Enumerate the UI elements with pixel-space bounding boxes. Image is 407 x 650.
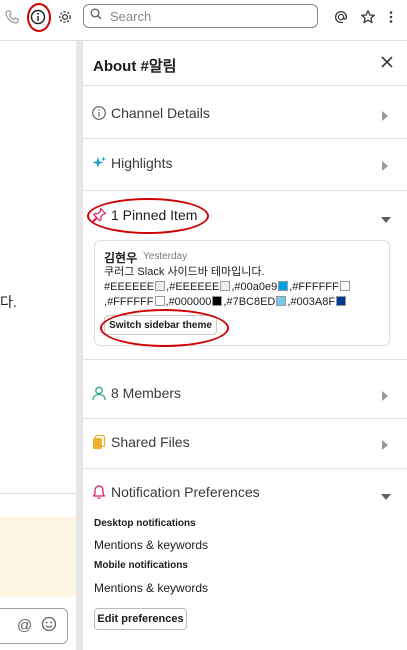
- sparkle-icon: [91, 155, 107, 171]
- color-swatch: [154, 296, 165, 306]
- panel-divider: [76, 41, 83, 650]
- section-label: Notification Preferences: [111, 484, 260, 500]
- more-vertical-icon[interactable]: [381, 7, 401, 27]
- color-swatch: [278, 281, 289, 291]
- color-code: #7BC8ED: [226, 296, 276, 308]
- emoji-icon[interactable]: [41, 616, 57, 637]
- color-code: #EEEEEE: [104, 281, 155, 293]
- search-input[interactable]: [108, 7, 312, 25]
- pinned-header[interactable]: 1 Pinned Item: [83, 191, 407, 241]
- info-icon: [91, 105, 107, 121]
- divider: [0, 493, 76, 494]
- search-bar[interactable]: [83, 4, 318, 28]
- color-swatch: [276, 296, 287, 306]
- pinned-message[interactable]: 김현우 Yesterday 쿠러그 Slack 사이드바 테마입니다. #EEE…: [94, 240, 390, 346]
- section-label: 8 Members: [111, 385, 182, 401]
- section-members[interactable]: 8 Members: [83, 369, 407, 419]
- desktop-notifications-label: Desktop notifications: [94, 518, 196, 529]
- chevron-right-icon: [381, 437, 389, 450]
- message-pane: 다. @: [0, 41, 76, 650]
- chevron-right-icon: [381, 108, 389, 121]
- color-code: #00a0e9: [234, 281, 278, 293]
- files-icon: [91, 434, 107, 450]
- mobile-notifications-label: Mobile notifications: [94, 560, 188, 571]
- chevron-right-icon: [381, 158, 389, 171]
- annotation-circle-info: [27, 3, 51, 32]
- section-highlights[interactable]: Highlights: [83, 139, 407, 191]
- close-icon[interactable]: [377, 52, 397, 72]
- color-code: #000000: [168, 296, 212, 308]
- message-timestamp: Yesterday: [143, 251, 188, 262]
- section-channel-details[interactable]: Channel Details: [83, 89, 407, 139]
- color-swatch: [220, 281, 231, 291]
- panel-title: About #알림: [93, 58, 177, 75]
- color-swatch: [212, 296, 223, 306]
- color-code: #FFFFFF: [292, 281, 339, 293]
- highlighted-message: [0, 517, 76, 597]
- color-swatch: [155, 281, 166, 291]
- at-sign-icon[interactable]: [331, 7, 351, 27]
- top-toolbar: [0, 0, 407, 41]
- gear-icon[interactable]: [55, 7, 75, 27]
- channel-about-panel: About #알림 Channel Details Highlights 1 P…: [83, 41, 407, 650]
- switch-sidebar-theme-button[interactable]: Switch sidebar theme: [104, 315, 217, 335]
- message-composer[interactable]: @: [0, 608, 68, 644]
- edit-preferences-button[interactable]: Edit preferences: [94, 608, 187, 630]
- color-code: #FFFFFF: [107, 296, 154, 308]
- section-label: 1 Pinned Item: [111, 207, 198, 223]
- chevron-down-icon: [381, 211, 391, 223]
- mention-icon[interactable]: @: [17, 617, 32, 634]
- section-label: Shared Files: [111, 434, 190, 450]
- panel-header: About #알림: [83, 41, 407, 86]
- mobile-notifications-value: Mentions & keywords: [94, 581, 209, 595]
- person-icon: [91, 385, 107, 401]
- color-code: #EEEEEE: [169, 281, 220, 293]
- chevron-down-icon: [381, 488, 391, 500]
- message-body: 쿠러그 Slack 사이드바 테마입니다. #EEEEEE ,#EEEEEE ,#0…: [104, 265, 389, 310]
- section-label: Channel Details: [111, 105, 210, 121]
- pin-icon: [91, 207, 107, 223]
- message-author: 김현우: [104, 251, 138, 265]
- color-swatch: [336, 296, 347, 306]
- star-icon[interactable]: [358, 7, 378, 27]
- phone-icon[interactable]: [2, 7, 22, 27]
- notification-header[interactable]: Notification Preferences: [83, 468, 407, 518]
- desktop-notifications-value: Mentions & keywords: [94, 538, 209, 552]
- message-text-fragment: 다.: [0, 294, 17, 310]
- message-line: 쿠러그 Slack 사이드바 테마입니다.: [104, 266, 265, 278]
- section-label: Highlights: [111, 155, 173, 171]
- chevron-right-icon: [381, 388, 389, 401]
- bell-icon: [91, 484, 107, 500]
- search-icon: [90, 7, 102, 25]
- color-code: #003A8F: [290, 296, 336, 308]
- section-shared-files[interactable]: Shared Files: [83, 418, 407, 469]
- color-swatch: [339, 281, 350, 291]
